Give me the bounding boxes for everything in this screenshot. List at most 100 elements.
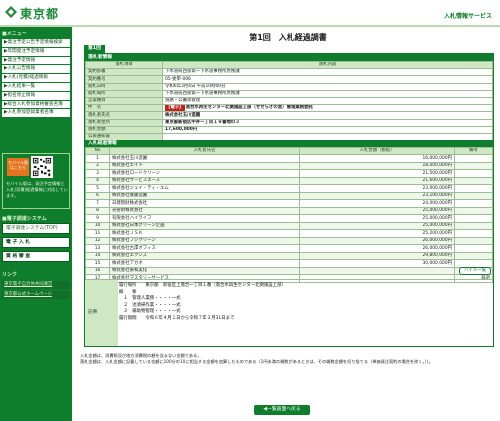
info-value: 05-委単-006: [162, 75, 493, 84]
sidebar-item-bid-notice[interactable]: ▶入札公告情報: [2, 65, 70, 75]
info-value: 17,600,000円: [162, 125, 493, 134]
info-row: 契約部署 下水道局西部第一下水道事務所庶務課: [85, 68, 493, 77]
bid-amount: 24,000,000円: [299, 199, 455, 208]
bid-amount: 26,000,000円: [299, 236, 455, 246]
sidebar-item-label: ▶総合入札参加資格審査名簿: [4, 101, 63, 107]
bid-no: 6: [85, 191, 110, 201]
bid-col-name: 入札者氏名: [109, 146, 300, 156]
bid-no: 9: [85, 214, 110, 223]
links-heading: リンク: [2, 272, 18, 278]
bidder-name: 株式会社フジクリーン: [109, 236, 300, 246]
info-row: 落札金額 17,600,000円: [85, 125, 493, 134]
bid-note: [454, 176, 493, 186]
sidebar-menu: ▶発注予定公告予定情報検索 ▶年間発注予定情報 ▶発注予定情報 ▶入札公告情報 …: [2, 39, 70, 119]
info-key: 契約番号: [85, 75, 163, 84]
bid-no: 5: [85, 184, 110, 193]
table-row: 1 株式会社玉川造園 16,000,000円: [85, 154, 493, 163]
bidder-name: 株式会社東和美化: [109, 266, 300, 276]
round-tab: 第1回: [84, 45, 105, 53]
sidebar-item-annual-plan[interactable]: ▶年間発注予定情報: [2, 48, 70, 57]
sidebar-item-label: ▶指名停止情報: [4, 92, 36, 98]
info-key: 営業種目: [85, 96, 163, 106]
bid-amount: 23,100,000円: [299, 191, 455, 201]
sidebar-item-suspension[interactable]: ▶指名停止情報: [2, 92, 70, 101]
sidebar-item-bid-progress[interactable]: ▶入札(見積)経過情報: [2, 74, 70, 83]
memo-line: １ 管理人業務・・・・一式: [119, 296, 181, 302]
bidder-name: 日建管財株式会社: [109, 199, 300, 208]
table-row: 7 日建管財株式会社 24,000,000円: [85, 199, 493, 208]
bid-note: [454, 169, 493, 178]
bidder-name: 株式会社ロードクリーン: [109, 169, 300, 178]
sidebar-item-order-plan[interactable]: ▶発注予定情報: [2, 57, 70, 66]
qr-code-icon: [31, 156, 53, 178]
mobile-badge[interactable]: モバイル版はこちら: [7, 158, 29, 176]
qualification-button[interactable]: 資 格 審 査: [2, 251, 70, 262]
link-tokyo-egov[interactable]: 東京電子自治体共同運営: [2, 281, 70, 289]
bid-note: [454, 244, 493, 253]
info-header-row: 落札項目 落札内容: [85, 60, 493, 70]
table-row: 6 株式会社後藤造園 23,100,000円: [85, 191, 493, 201]
bid-note: [454, 206, 493, 216]
bidder-name: 株式会社後藤造園: [109, 191, 300, 201]
sidebar-item-label: ▶入札参加登録業者名簿: [4, 110, 54, 116]
bid-amount: 25,200,000円: [299, 229, 455, 238]
info-value: 下水道局西部第一下水道事務所庶務課: [162, 89, 493, 98]
link-tokyo-official[interactable]: 東京都公式ホームページ: [2, 291, 70, 299]
main-content: 第1回 入札経過調書 第1回 落札者情報 落札項目 落札内容 契約部署 下水道局西…: [80, 27, 496, 421]
info-key: 落札金額: [85, 125, 163, 134]
mobile-version-box[interactable]: モバイル版はこちら モバイル版は、発注予定情報と入札(見積)経過情報に対応してい…: [2, 153, 70, 209]
bidder-name: 株式会社古澤オフィス: [109, 244, 300, 253]
system-heading: ■電子調達システム: [2, 216, 47, 222]
service-name: 入札情報サービス: [443, 13, 492, 20]
info-value: 東京都新宿区中井一丁目１９番地の３: [162, 118, 493, 127]
table-row: 16株式会社東和美化辞退: [85, 266, 493, 276]
table-row: 5 株式会社ジェイ・ティ・エム 23,000,000円: [85, 184, 493, 193]
sidebar-item-label: ▶年間発注予定情報: [4, 48, 45, 54]
info-value: 株式会社玉川造園: [162, 111, 493, 120]
bid-note: [454, 221, 493, 231]
table-row: 13 株式会社古澤オフィス 26,000,000円: [85, 244, 493, 253]
bid-note: [454, 199, 493, 208]
bid-no: 1: [85, 154, 110, 163]
info-key: 契約部署: [85, 68, 163, 77]
info-row: 件 名【電子】 落合水再生センター北側施設上部（せせらぎの里）管理業務委託: [85, 104, 493, 113]
info-row: 落札者住所 東京都新宿区中井一丁目１９番地の３: [85, 118, 493, 127]
bid-amount: 21,600,000円: [299, 176, 455, 186]
bid-amount: 18,000,000円: [299, 161, 455, 171]
sidebar-item-registered-vendors[interactable]: ▶入札参加登録業者名簿: [2, 109, 70, 119]
info-key: 落札者住所: [85, 118, 163, 127]
site-logo-text[interactable]: 東京都: [20, 5, 59, 22]
info-row: 契約番号 05-委単-006: [85, 75, 493, 84]
history-button[interactable]: ハイル一覧: [459, 267, 491, 275]
info-col-content: 落札内容: [162, 60, 493, 70]
bidder-name: 株式会社エクシズ: [109, 251, 300, 261]
table-row: 2 株式会社エイト 18,000,000円: [85, 161, 493, 171]
bid-no: 12: [85, 236, 110, 246]
eprocurement-top-button[interactable]: 電子調達システム(TOP): [2, 223, 70, 234]
bid-note: [454, 229, 493, 238]
bid-col-note: 備考: [454, 146, 493, 156]
bid-amount: 21,500,000円: [299, 169, 455, 178]
table-row: 11 株式会社ＪＳＫ 25,200,000円: [85, 229, 493, 238]
bidder-name: 株式会社日本グリーン企画: [109, 221, 300, 231]
bid-note: [454, 251, 493, 261]
result-frame: 落札者情報 落札項目 落札内容 契約部署 下水道局西部第一下水道事務所庶務課 契約…: [84, 53, 494, 347]
sidebar-item-qualification-list[interactable]: ▶総合入札参加資格審査名簿: [2, 101, 70, 110]
info-key: 開札日時: [85, 82, 163, 91]
sidebar-item-bid-results[interactable]: ▶入札結果一覧: [2, 83, 70, 92]
bid-no: 4: [85, 176, 110, 186]
ebidding-button[interactable]: 電 子 入 札: [2, 237, 70, 248]
bid-no: 8: [85, 206, 110, 216]
table-row: 10 株式会社日本グリーン企画 25,000,000円: [85, 221, 493, 231]
bid-amount: 30,000,000円: [299, 259, 455, 268]
sidebar-item-notice-search[interactable]: ▶発注予定公告予定情報検索: [2, 39, 70, 48]
bidder-name: 株式会社玉川造園: [109, 154, 300, 163]
bid-section-heading: 入札経過情報: [85, 140, 493, 147]
bid-no: 7: [85, 199, 110, 208]
back-to-list-button[interactable]: ◀一覧画面へ戻る: [254, 405, 310, 415]
bid-amount: 25,000,000円: [299, 214, 455, 223]
table-row: 4 株式会社サービスエース 21,600,000円: [85, 176, 493, 186]
bid-no: 3: [85, 169, 110, 178]
tokyo-logo-icon: [5, 6, 17, 18]
bid-amount: 25,000,000円: [299, 206, 455, 216]
